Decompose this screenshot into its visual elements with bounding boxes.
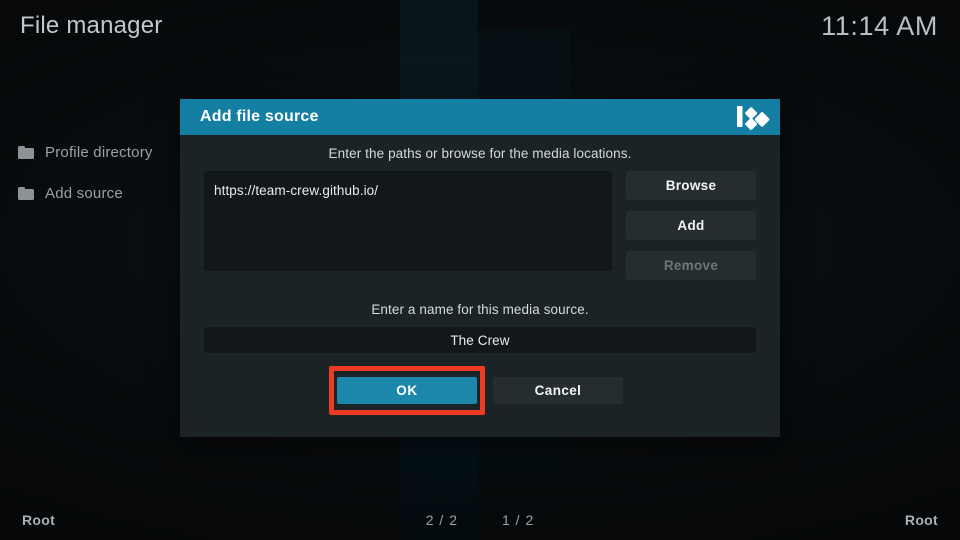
status-right-location: Root xyxy=(904,512,938,528)
ok-button-wrapper: OK xyxy=(329,366,485,415)
remove-button: Remove xyxy=(626,251,756,280)
status-right-count: 1 / 2 xyxy=(502,512,535,528)
dialog-action-row: OK Cancel xyxy=(204,366,756,415)
dialog-body: Enter the paths or browse for the media … xyxy=(180,135,780,415)
status-pane-left: Root 2 / 2 xyxy=(0,500,480,540)
folder-icon xyxy=(18,187,34,200)
clock-label: 11:14 AM xyxy=(821,10,938,41)
path-list-item[interactable]: https://team-crew.github.io/ xyxy=(212,181,604,200)
source-name-input[interactable]: The Crew xyxy=(204,327,756,353)
dialog-title: Add file source xyxy=(200,108,319,125)
folder-icon xyxy=(18,146,34,159)
name-hint-label: Enter a name for this media source. xyxy=(371,302,589,317)
page-title: File manager xyxy=(20,12,163,39)
kodi-logo-icon xyxy=(737,106,770,130)
paths-list[interactable]: https://team-crew.github.io/ xyxy=(204,171,612,271)
add-file-source-dialog: Add file source Enter the paths or brows… xyxy=(180,99,780,437)
sidebar-item-label: Profile directory xyxy=(45,144,153,161)
ok-button[interactable]: OK xyxy=(337,377,477,404)
paths-row: https://team-crew.github.io/ Browse Add … xyxy=(204,171,756,280)
paths-side-buttons: Browse Add Remove xyxy=(626,171,756,280)
sidebar-item-label: Add source xyxy=(45,185,123,202)
add-button[interactable]: Add xyxy=(626,211,756,240)
top-bar: File manager 11:14 AM xyxy=(0,0,960,52)
status-bar: Root 2 / 2 1 / 2 Root xyxy=(0,500,960,540)
status-left-count: 2 / 2 xyxy=(425,512,458,528)
status-pane-right: 1 / 2 Root xyxy=(480,500,960,540)
cancel-button[interactable]: Cancel xyxy=(493,377,623,404)
sidebar: Profile directory Add source xyxy=(0,140,190,206)
sidebar-item-add-source[interactable]: Add source xyxy=(0,181,190,206)
browse-button[interactable]: Browse xyxy=(626,171,756,200)
dialog-header: Add file source xyxy=(180,99,780,135)
status-left-location: Root xyxy=(22,512,56,528)
paths-hint-label: Enter the paths or browse for the media … xyxy=(328,146,632,161)
sidebar-item-profile-directory[interactable]: Profile directory xyxy=(0,140,190,165)
